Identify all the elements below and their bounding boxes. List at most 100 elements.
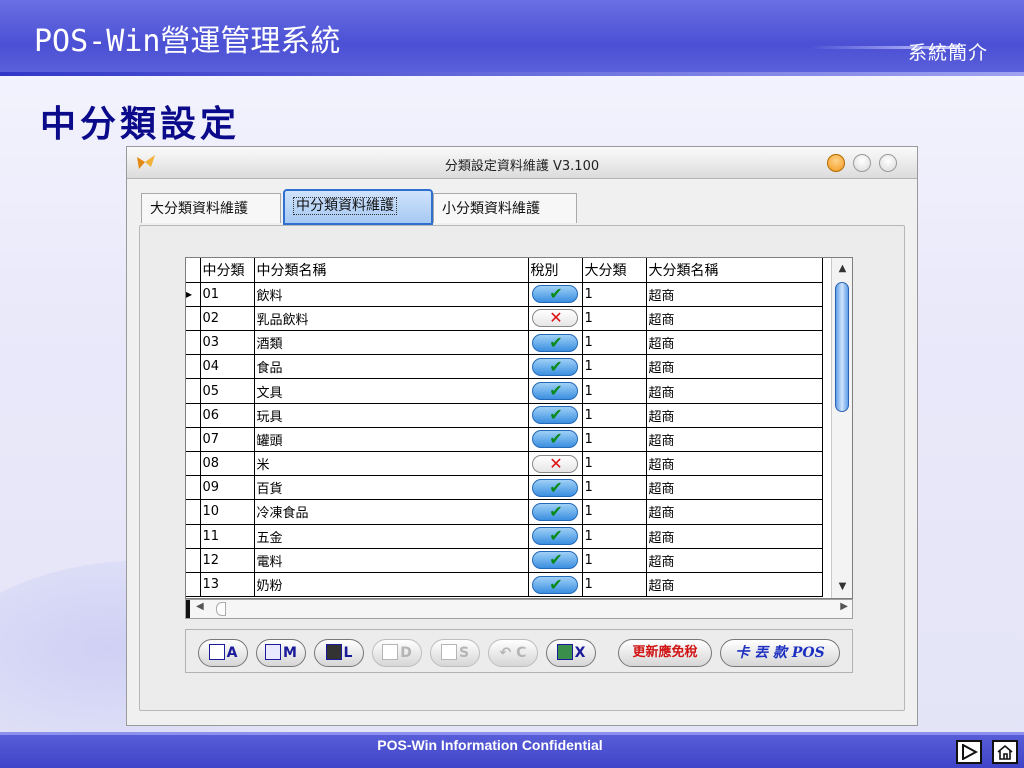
- cell-tax[interactable]: ✔: [528, 282, 583, 307]
- cell-code[interactable]: 08: [200, 451, 255, 477]
- next-slide-button[interactable]: [956, 740, 982, 764]
- save-button[interactable]: S: [430, 639, 480, 667]
- cell-major-name[interactable]: 超商: [646, 378, 823, 404]
- check-icon[interactable]: ✔: [532, 550, 578, 570]
- maximize-button[interactable]: [853, 154, 871, 172]
- cell-major-name[interactable]: 超商: [646, 306, 823, 332]
- table-row[interactable]: 11 五金 ✔ 1 超商: [186, 524, 823, 549]
- cell-code[interactable]: 01: [200, 282, 255, 307]
- cell-name[interactable]: 冷凍食品: [254, 499, 529, 525]
- table-row[interactable]: 12 電料 ✔ 1 超商: [186, 548, 823, 573]
- vertical-scrollbar[interactable]: ▲ ▼: [831, 258, 852, 598]
- cell-name[interactable]: 米: [254, 451, 529, 477]
- home-button[interactable]: [992, 740, 1018, 764]
- cell-major[interactable]: 1: [582, 330, 647, 356]
- cell-code[interactable]: 09: [200, 475, 255, 501]
- cell-code[interactable]: 03: [200, 330, 255, 356]
- table-row[interactable]: 07 罐頭 ✔ 1 超商: [186, 427, 823, 453]
- cell-tax[interactable]: ✔: [528, 572, 583, 598]
- table-row[interactable]: 08 米 ✕ 1 超商: [186, 451, 823, 477]
- check-icon[interactable]: ✔: [532, 357, 578, 376]
- cell-name[interactable]: 玩具: [254, 403, 529, 428]
- cell-code[interactable]: 06: [200, 403, 255, 428]
- table-row[interactable]: 02 乳品飲料 ✕ 1 超商: [186, 306, 823, 332]
- cell-name[interactable]: 奶粉: [254, 572, 529, 598]
- check-icon[interactable]: ✔: [532, 381, 578, 401]
- cell-major-name[interactable]: 超商: [646, 451, 823, 477]
- tab-major-category[interactable]: 大分類資料維護: [141, 193, 281, 223]
- header-major[interactable]: 大分類: [582, 258, 647, 283]
- check-icon[interactable]: ✔: [532, 429, 578, 449]
- cell-code[interactable]: 04: [200, 354, 255, 380]
- cell-code[interactable]: 07: [200, 427, 255, 453]
- cell-tax[interactable]: ✔: [528, 330, 583, 356]
- cell-major[interactable]: 1: [582, 572, 647, 598]
- cell-major-name[interactable]: 超商: [646, 572, 823, 598]
- cell-major-name[interactable]: 超商: [646, 282, 823, 307]
- cell-tax[interactable]: ✔: [528, 427, 583, 453]
- table-row[interactable]: 06 玩具 ✔ 1 超商: [186, 403, 823, 428]
- cell-tax[interactable]: ✕: [528, 306, 583, 332]
- row-indicator[interactable]: [186, 427, 201, 453]
- row-indicator[interactable]: [186, 475, 201, 501]
- scroll-left-arrow[interactable]: ◀: [196, 601, 204, 612]
- cell-major[interactable]: 1: [582, 354, 647, 380]
- cell-tax[interactable]: ✔: [528, 499, 583, 525]
- update-tax-button[interactable]: 更新應免稅: [618, 639, 712, 667]
- cell-name[interactable]: 飲料: [254, 282, 529, 307]
- cell-tax[interactable]: ✔: [528, 403, 583, 428]
- cell-major[interactable]: 1: [582, 403, 647, 428]
- cell-major-name[interactable]: 超商: [646, 403, 823, 428]
- pos-card-button[interactable]: 卡 丟 款 POS: [720, 639, 840, 667]
- table-row[interactable]: 09 百貨 ✔ 1 超商: [186, 475, 823, 501]
- header-name[interactable]: 中分類名稱: [254, 258, 529, 283]
- delete-button[interactable]: D: [372, 639, 422, 667]
- cross-icon[interactable]: ✕: [532, 454, 578, 473]
- check-icon[interactable]: ✔: [532, 333, 578, 352]
- cell-major[interactable]: 1: [582, 524, 647, 549]
- row-indicator[interactable]: [186, 572, 201, 598]
- cell-tax[interactable]: ✔: [528, 378, 583, 404]
- cell-code[interactable]: 13: [200, 572, 255, 598]
- check-icon[interactable]: ✔: [532, 502, 578, 521]
- cell-major-name[interactable]: 超商: [646, 330, 823, 356]
- minimize-button[interactable]: [827, 154, 845, 172]
- exit-button[interactable]: X: [546, 639, 596, 667]
- scroll-right-arrow[interactable]: ▶: [840, 601, 848, 612]
- cell-code[interactable]: 05: [200, 378, 255, 404]
- cross-icon[interactable]: ✕: [532, 308, 578, 328]
- row-indicator[interactable]: [186, 330, 201, 356]
- tab-middle-category[interactable]: 中分類資料維護: [283, 189, 433, 225]
- cell-major[interactable]: 1: [582, 548, 647, 573]
- hscroll-thumb[interactable]: [216, 602, 226, 616]
- add-button[interactable]: A: [198, 639, 248, 667]
- cell-major-name[interactable]: 超商: [646, 499, 823, 525]
- cell-major[interactable]: 1: [582, 306, 647, 332]
- table-row[interactable]: ▸ 01 飲料 ✔ 1 超商: [186, 282, 823, 307]
- horizontal-scrollbar[interactable]: ◀ ▶: [185, 599, 853, 619]
- check-icon[interactable]: ✔: [532, 405, 578, 425]
- cell-name[interactable]: 百貨: [254, 475, 529, 501]
- cell-tax[interactable]: ✔: [528, 548, 583, 573]
- header-major-name[interactable]: 大分類名稱: [646, 258, 823, 283]
- cell-name[interactable]: 罐頭: [254, 427, 529, 453]
- row-indicator[interactable]: [186, 499, 201, 525]
- table-row[interactable]: 10 冷凍食品 ✔ 1 超商: [186, 499, 823, 525]
- row-indicator[interactable]: ▸: [186, 282, 201, 307]
- row-indicator[interactable]: [186, 403, 201, 428]
- cell-name[interactable]: 乳品飲料: [254, 306, 529, 332]
- table-row[interactable]: 03 酒類 ✔ 1 超商: [186, 330, 823, 356]
- cell-code[interactable]: 02: [200, 306, 255, 332]
- cell-name[interactable]: 文具: [254, 378, 529, 404]
- check-icon[interactable]: ✔: [532, 575, 578, 594]
- scroll-up-arrow[interactable]: ▲: [832, 260, 853, 278]
- table-row[interactable]: 13 奶粉 ✔ 1 超商: [186, 572, 823, 598]
- row-indicator[interactable]: [186, 524, 201, 549]
- row-indicator[interactable]: [186, 548, 201, 573]
- cell-code[interactable]: 11: [200, 524, 255, 549]
- scroll-thumb[interactable]: [835, 282, 849, 412]
- header-code[interactable]: 中分類: [200, 258, 255, 283]
- cell-tax[interactable]: ✔: [528, 524, 583, 549]
- cell-major-name[interactable]: 超商: [646, 475, 823, 501]
- cell-code[interactable]: 12: [200, 548, 255, 573]
